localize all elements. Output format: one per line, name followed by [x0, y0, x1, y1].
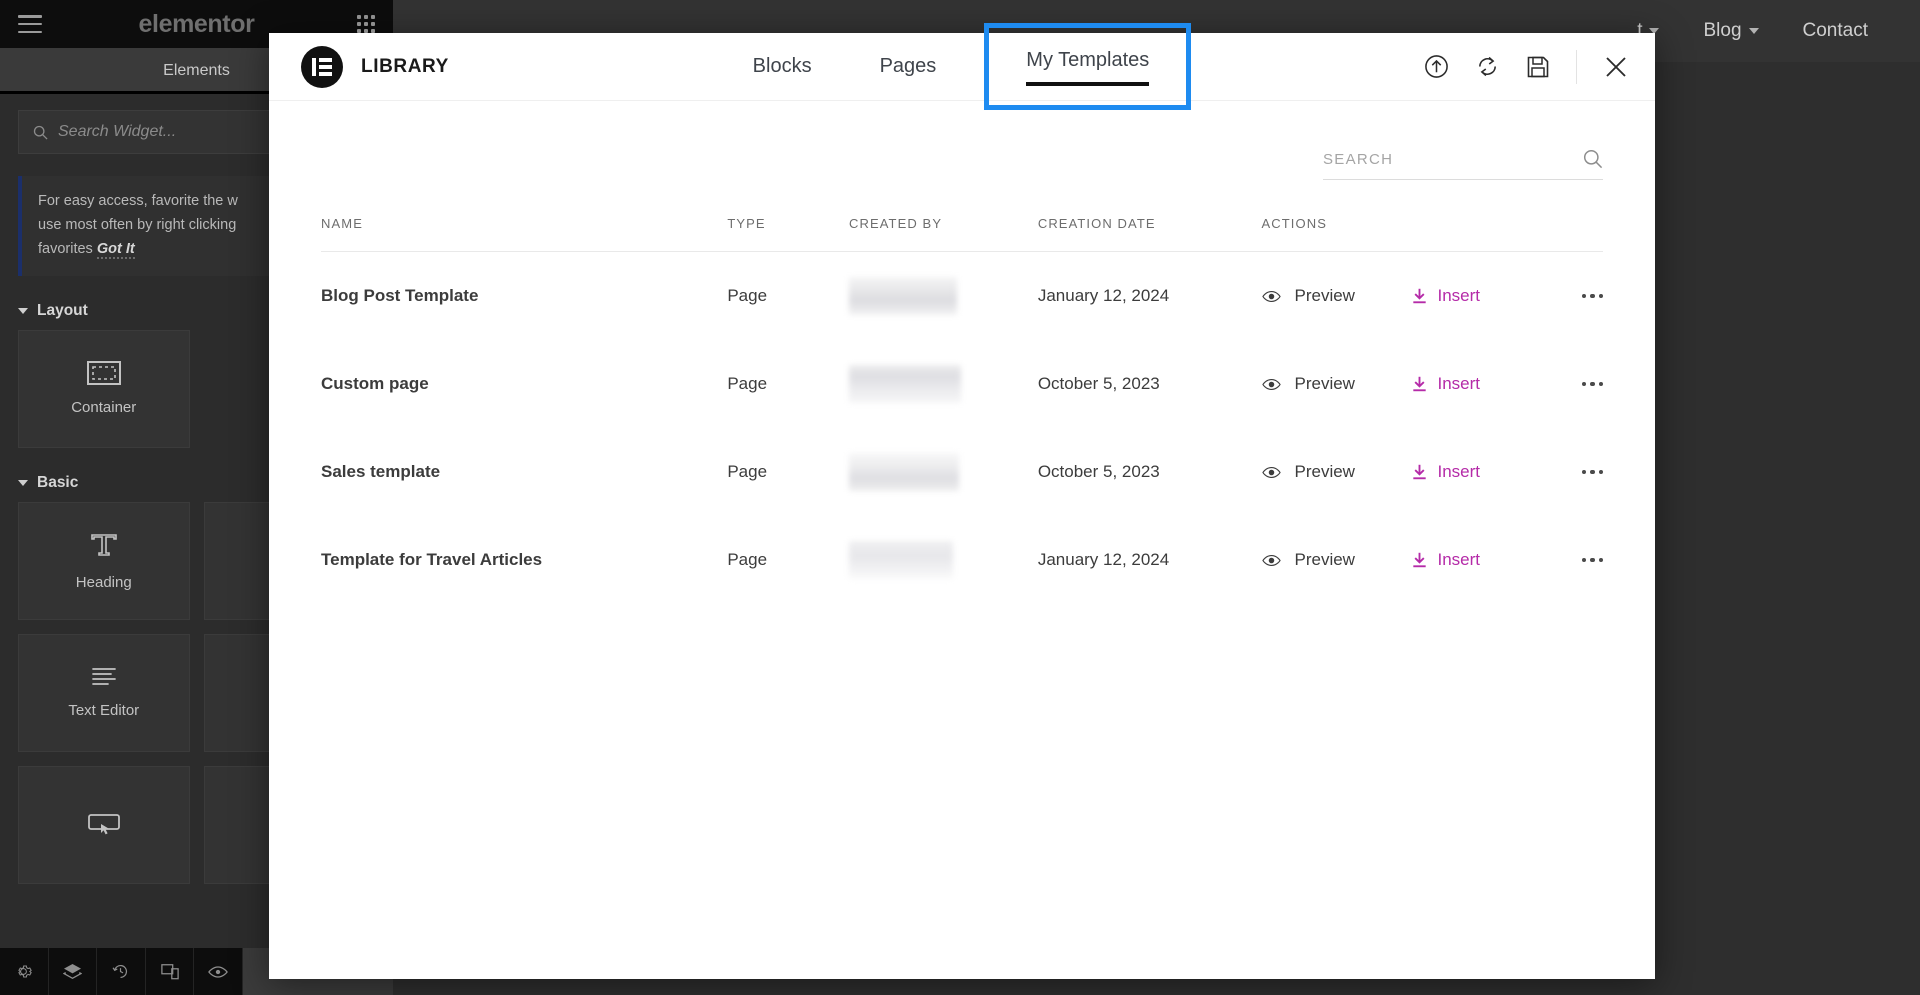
- table-head: NAME TYPE CREATED BY CREATION DATE ACTIO…: [321, 216, 1603, 252]
- table-row[interactable]: Sales template Page October 5, 2023 Prev…: [321, 428, 1603, 516]
- preview-button[interactable]: Preview: [1261, 462, 1412, 482]
- import-template-icon[interactable]: [1424, 54, 1449, 79]
- search-icon[interactable]: [1583, 149, 1603, 169]
- preview-button[interactable]: Preview: [1261, 550, 1412, 570]
- tab-my-templates-label: My Templates: [1026, 49, 1150, 71]
- table-row[interactable]: Custom page Page October 5, 2023 Preview…: [321, 340, 1603, 428]
- cell-actions: Preview Insert: [1261, 516, 1603, 604]
- preview-label: Preview: [1294, 550, 1355, 569]
- insert-button[interactable]: Insert: [1412, 286, 1530, 306]
- cell-actions: Preview Insert: [1261, 428, 1603, 516]
- cell-created-by: [848, 252, 1038, 341]
- ellipsis-icon[interactable]: [1581, 557, 1603, 563]
- redacted-author: [848, 541, 953, 579]
- cell-type: Page: [727, 374, 768, 393]
- insert-label: Insert: [1437, 286, 1481, 305]
- insert-label: Insert: [1437, 374, 1481, 393]
- close-icon[interactable]: [1603, 54, 1629, 80]
- cell-created-by: [848, 516, 1038, 604]
- download-insert-icon: [1412, 288, 1426, 304]
- table-body: Blog Post Template Page January 12, 2024: [321, 252, 1603, 605]
- cell-type: Page: [727, 286, 768, 305]
- search-row: [321, 101, 1603, 180]
- insert-button[interactable]: Insert: [1412, 374, 1530, 394]
- th-name: NAME: [321, 216, 728, 252]
- tab-blocks-label: Blocks: [752, 55, 812, 77]
- table-row[interactable]: Blog Post Template Page January 12, 2024: [321, 252, 1603, 341]
- th-type: TYPE: [727, 216, 849, 252]
- preview-label: Preview: [1294, 374, 1355, 393]
- cell-name: Template for Travel Articles: [321, 550, 543, 569]
- library-search-input[interactable]: [1323, 150, 1573, 168]
- modal-title: LIBRARY: [361, 55, 449, 77]
- th-creation-date: CREATION DATE: [1037, 216, 1262, 252]
- save-template-icon[interactable]: [1526, 55, 1550, 79]
- insert-button[interactable]: Insert: [1412, 462, 1530, 482]
- cell-name: Blog Post Template: [321, 286, 479, 305]
- th-actions: ACTIONS: [1261, 216, 1603, 252]
- table-row[interactable]: Template for Travel Articles Page Januar…: [321, 516, 1603, 604]
- th-created-by: CREATED BY: [848, 216, 1038, 252]
- cell-created-by: [848, 428, 1038, 516]
- modal-header: LIBRARY Blocks Pages My Templates: [269, 23, 1655, 110]
- ellipsis-icon[interactable]: [1581, 293, 1603, 299]
- tab-blocks[interactable]: Blocks: [748, 49, 816, 84]
- ellipsis-icon[interactable]: [1581, 469, 1603, 475]
- preview-label: Preview: [1294, 462, 1355, 481]
- cell-type: Page: [727, 462, 768, 481]
- cell-creation-date: January 12, 2024: [1037, 550, 1170, 569]
- cell-name: Custom page: [321, 374, 429, 393]
- download-insert-icon: [1412, 376, 1426, 392]
- modal-header-actions: [1424, 49, 1629, 84]
- cell-type: Page: [727, 550, 768, 569]
- cell-creation-date: October 5, 2023: [1037, 374, 1160, 393]
- eye-icon: [1261, 554, 1281, 566]
- eye-icon: [1261, 290, 1281, 302]
- ellipsis-icon[interactable]: [1581, 381, 1603, 387]
- redacted-author: [848, 453, 959, 491]
- redacted-author: [848, 277, 957, 315]
- grid-apps-icon[interactable]: [357, 15, 375, 33]
- tab-pages-label: Pages: [879, 55, 937, 77]
- insert-label: Insert: [1437, 462, 1481, 481]
- sync-library-icon[interactable]: [1475, 54, 1500, 79]
- cell-created-by: [848, 340, 1038, 428]
- modal-body: NAME TYPE CREATED BY CREATION DATE ACTIO…: [269, 101, 1655, 979]
- insert-button[interactable]: Insert: [1412, 550, 1530, 570]
- eye-icon: [1261, 378, 1281, 390]
- eye-icon: [1261, 466, 1281, 478]
- cell-name: Sales template: [321, 462, 441, 481]
- tab-my-templates[interactable]: My Templates: [984, 23, 1192, 110]
- cell-actions: Preview Insert: [1261, 340, 1603, 428]
- download-insert-icon: [1412, 552, 1426, 568]
- cell-creation-date: January 12, 2024: [1037, 286, 1170, 305]
- insert-label: Insert: [1437, 550, 1481, 569]
- cell-actions: Preview Insert: [1261, 252, 1603, 341]
- template-library-modal: LIBRARY Blocks Pages My Templates SEARCH…: [269, 23, 1655, 979]
- tab-pages[interactable]: Pages: [875, 49, 941, 84]
- templates-table: NAME TYPE CREATED BY CREATION DATE ACTIO…: [321, 216, 1603, 604]
- header-divider: [1576, 49, 1577, 84]
- preview-label: Preview: [1294, 286, 1355, 305]
- elementor-logo-icon: [301, 45, 343, 88]
- modal-overlay: LIBRARY Blocks Pages My Templates SEARCH…: [0, 0, 1920, 995]
- preview-button[interactable]: Preview: [1261, 286, 1412, 306]
- table-header-row: NAME TYPE CREATED BY CREATION DATE ACTIO…: [321, 216, 1603, 252]
- cell-creation-date: October 5, 2023: [1037, 462, 1160, 481]
- download-insert-icon: [1412, 464, 1426, 480]
- library-search-box[interactable]: [1323, 149, 1603, 180]
- preview-button[interactable]: Preview: [1261, 374, 1412, 394]
- redacted-author: [848, 365, 961, 403]
